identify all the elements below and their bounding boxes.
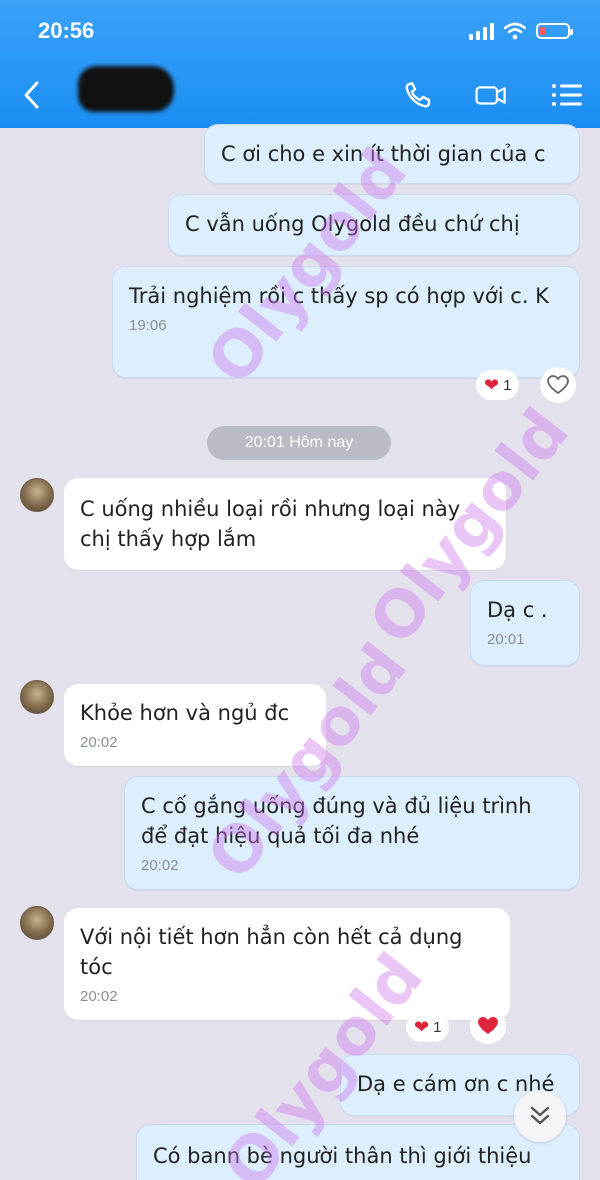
message-bubble-outgoing[interactable]: C ơi cho e xin ít thời gian của c [204, 124, 580, 184]
message-time: 20:02 [141, 857, 179, 874]
menu-icon[interactable] [550, 80, 584, 110]
message-text: Dạ e cám ơn c nhé [357, 1072, 555, 1096]
message-text: Dạ c . [487, 598, 548, 622]
battery-icon [536, 23, 573, 39]
heart-icon: ❤ [414, 1016, 430, 1037]
status-time: 20:56 [38, 18, 95, 43]
message-text: Với nội tiết hơn hẳn còn hết cả dụng tóc [80, 925, 463, 979]
status-icons [469, 22, 573, 40]
message-time: 20:01 [487, 631, 525, 648]
react-button[interactable] [470, 1008, 506, 1044]
message-list[interactable]: C ơi cho e xin ít thời gian của c C vẫn … [0, 124, 600, 1180]
heart-filled-icon [478, 1017, 498, 1034]
reaction-count-value: 1 [433, 1018, 442, 1036]
message-bubble-outgoing[interactable]: Dạ c . 20:01 [470, 580, 580, 666]
message-bubble-incoming[interactable]: Khỏe hơn và ngủ đc 20:02 [64, 684, 326, 766]
contact-avatar[interactable] [20, 906, 54, 940]
signal-icon [469, 22, 494, 40]
message-time: 20:02 [80, 988, 118, 1005]
back-button[interactable] [22, 80, 42, 110]
chat-header: 20:56 [0, 0, 600, 128]
reaction-count-value: 1 [503, 376, 512, 394]
message-text: Khỏe hơn và ngủ đc [80, 701, 290, 725]
message-bubble-incoming[interactable]: Với nội tiết hơn hẳn còn hết cả dụng tóc… [64, 908, 510, 1020]
video-call-icon[interactable] [474, 80, 508, 110]
message-text: C cố gắng uống đúng và đủ liệu trình để … [141, 794, 532, 848]
message-bubble-outgoing[interactable]: C cố gắng uống đúng và đủ liệu trình để … [124, 776, 580, 890]
contact-avatar[interactable] [20, 680, 54, 714]
message-text: Có bann bè người thân thì giới thiệu [153, 1144, 532, 1168]
reaction-count[interactable]: ❤ 1 [406, 1012, 450, 1042]
contact-avatar[interactable] [20, 478, 54, 512]
message-text: Trải nghiệm rồi c thấy sp có hợp với c. … [129, 284, 549, 308]
message-bubble-incoming[interactable]: C uống nhiều loại rồi nhưng loại này chị… [64, 478, 506, 570]
call-icon[interactable] [402, 80, 436, 110]
reaction-count[interactable]: ❤ 1 [476, 370, 520, 400]
contact-name-redacted[interactable] [78, 66, 174, 112]
message-text: C vẫn uống Olygold đều chứ chị [185, 212, 520, 236]
message-time: 19:06 [129, 317, 167, 334]
message-text: C ơi cho e xin ít thời gian của c [221, 142, 546, 166]
react-button[interactable] [540, 367, 576, 403]
wifi-icon [504, 22, 526, 40]
chevron-double-down-icon [530, 1106, 550, 1125]
message-bubble-outgoing[interactable]: Có bann bè người thân thì giới thiệu [136, 1124, 580, 1180]
message-bubble-outgoing[interactable]: Trải nghiệm rồi c thấy sp có hợp với c. … [112, 266, 580, 378]
message-text: C uống nhiều loại rồi nhưng loại này chị… [80, 497, 461, 551]
message-time: 20:02 [80, 734, 118, 751]
heart-icon: ❤ [484, 374, 500, 395]
date-separator: 20:01 Hôm nay [207, 426, 391, 460]
message-bubble-outgoing[interactable]: C vẫn uống Olygold đều chứ chị [168, 194, 580, 256]
heart-outline-icon [547, 375, 569, 395]
scroll-to-bottom-button[interactable] [514, 1090, 566, 1142]
chat-screen: 20:56 C ơi cho e xin ít thời gian của c … [0, 0, 600, 1180]
